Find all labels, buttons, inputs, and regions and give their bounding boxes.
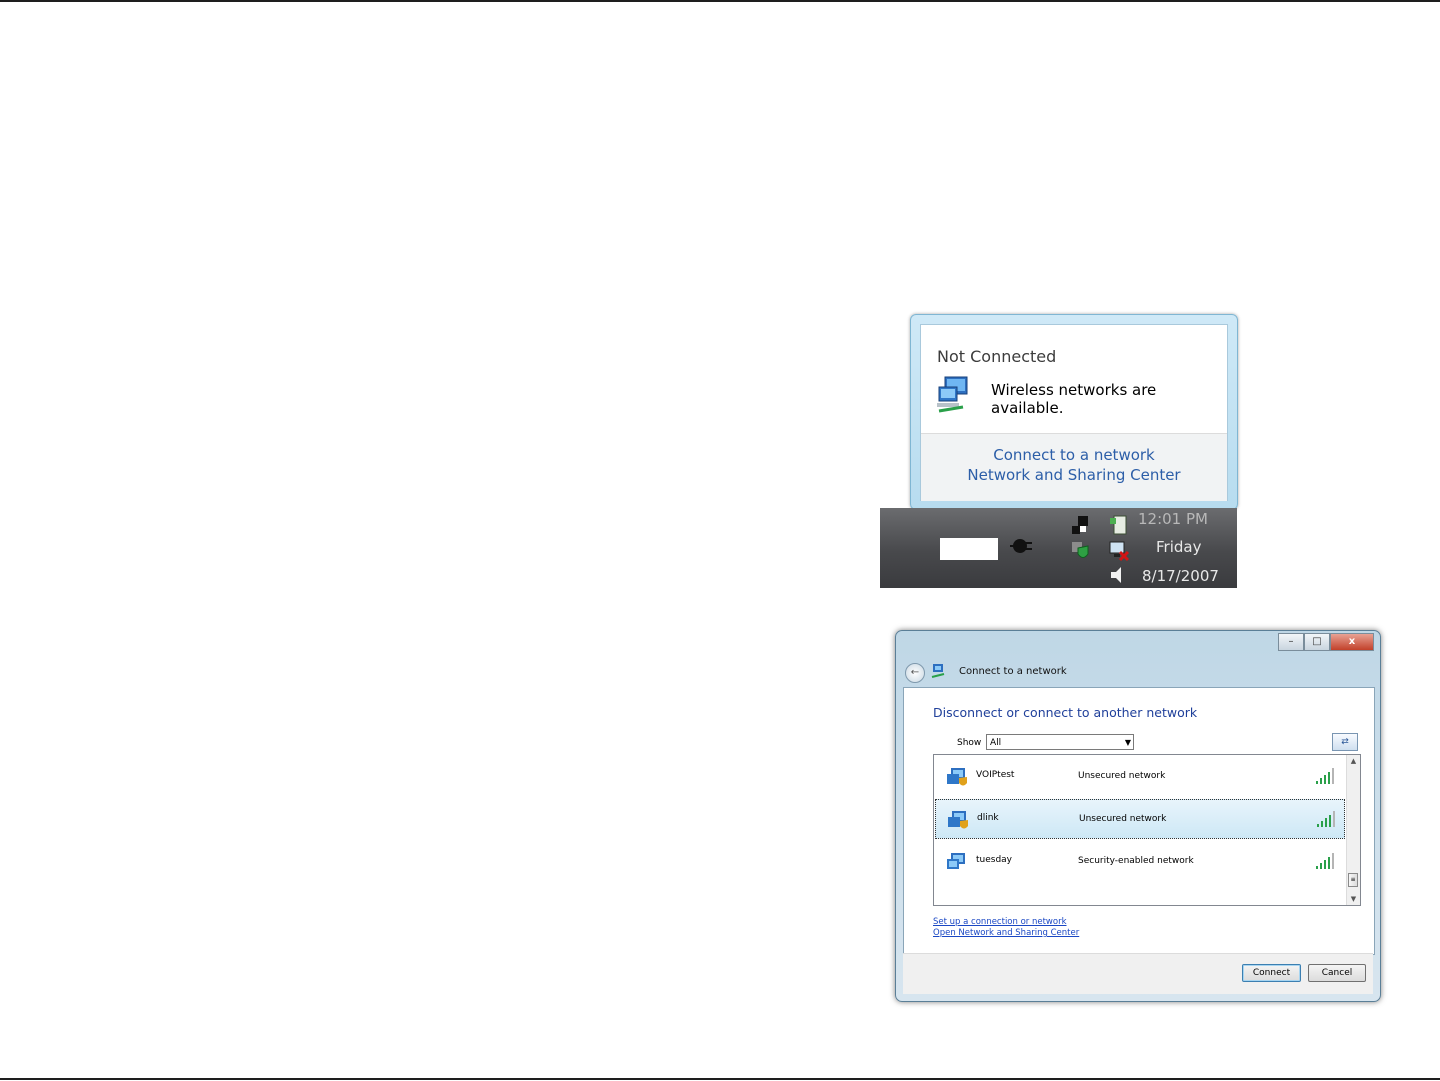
show-label: Show	[957, 738, 982, 748]
wireless-network-icon	[947, 853, 965, 869]
open-network-sharing-center-link[interactable]: Open Network and Sharing Center	[933, 928, 1079, 938]
maximize-button[interactable]: □	[1304, 633, 1330, 651]
dialog-heading: Disconnect or connect to another network	[933, 705, 1198, 720]
connect-to-network-link[interactable]: Connect to a network	[921, 446, 1227, 464]
cancel-button[interactable]: Cancel	[1308, 964, 1366, 982]
wireless-network-shield-icon	[948, 811, 968, 829]
scrollbar-thumb[interactable]: ≡	[1348, 873, 1358, 887]
show-filter-dropdown[interactable]: All ▼	[986, 734, 1134, 750]
signal-strength-icon	[1316, 853, 1334, 869]
dialog-footer: Connect Cancel	[903, 953, 1373, 994]
signal-strength-icon	[1317, 811, 1335, 827]
network-row-voiptest[interactable]: VOIPtest Unsecured network	[935, 757, 1345, 797]
balloon-message: Wireless networks are available.	[991, 381, 1157, 417]
back-arrow-icon[interactable]: ←	[905, 663, 925, 683]
balloon-links: Connect to a network Network and Sharing…	[921, 433, 1227, 501]
bottom-rule	[0, 1078, 1440, 1080]
network-wizard-icon	[931, 664, 945, 678]
connect-button[interactable]: Connect	[1242, 964, 1301, 982]
network-list: VOIPtest Unsecured network dlink Unsecur…	[933, 754, 1361, 906]
taskbar: 12:01 PM Friday 8/17/2007	[880, 508, 1237, 588]
scroll-down-arrow-icon[interactable]: ▼	[1347, 893, 1360, 905]
top-rule	[0, 0, 1440, 2]
network-list-scrollbar[interactable]: ▲ ≡ ▼	[1346, 755, 1360, 905]
close-button[interactable]: x	[1330, 633, 1374, 651]
taskbar-blank-box	[940, 538, 998, 560]
chevron-down-icon: ▼	[1124, 738, 1131, 747]
network-security: Security-enabled network	[1078, 856, 1194, 866]
clock-day[interactable]: Friday	[1156, 538, 1201, 556]
network-name: VOIPtest	[976, 770, 1015, 780]
clock-time[interactable]: 12:01 PM	[1138, 510, 1208, 528]
minimize-button[interactable]: –	[1278, 633, 1304, 651]
network-row-tuesday[interactable]: tuesday Security-enabled network	[935, 842, 1345, 882]
clock-date[interactable]: 8/17/2007	[1142, 567, 1219, 585]
notification-balloon: Not Connected Wireless networks are avai…	[910, 314, 1238, 510]
connect-to-network-window: – □ x ← Connect to a network Disconnect …	[895, 630, 1381, 1002]
network-name: tuesday	[976, 855, 1013, 865]
removable-device-icon[interactable]	[1108, 514, 1130, 536]
volume-icon[interactable]	[1108, 564, 1130, 586]
window-client-area: Disconnect or connect to another network…	[903, 687, 1375, 955]
setup-connection-link[interactable]: Set up a connection or network	[933, 917, 1067, 927]
signal-strength-icon	[1316, 768, 1334, 784]
refresh-button[interactable]: ⇄	[1332, 733, 1358, 751]
caption-buttons: – □ x	[1278, 633, 1374, 651]
balloon-content: Not Connected Wireless networks are avai…	[920, 324, 1228, 501]
network-notification-screenshot: Not Connected Wireless networks are avai…	[880, 300, 1238, 588]
network-security: Unsecured network	[1079, 814, 1167, 824]
wireless-network-shield-icon	[947, 768, 967, 786]
network-row-dlink[interactable]: dlink Unsecured network	[935, 799, 1345, 839]
power-plug-icon[interactable]	[1010, 534, 1034, 558]
network-activity-icon[interactable]	[1070, 516, 1092, 538]
network-security: Unsecured network	[1078, 771, 1166, 781]
wireless-network-icon	[937, 376, 968, 413]
refresh-icon: ⇄	[1341, 737, 1349, 747]
network-sharing-center-link[interactable]: Network and Sharing Center	[921, 466, 1227, 484]
show-filter-value: All	[990, 738, 1002, 748]
window-title: Connect to a network	[959, 666, 1067, 677]
security-shield-icon[interactable]	[1070, 540, 1092, 562]
balloon-title: Not Connected	[937, 347, 1057, 366]
scroll-up-arrow-icon[interactable]: ▲	[1347, 755, 1360, 767]
network-name: dlink	[977, 813, 999, 823]
network-disconnected-icon[interactable]	[1108, 540, 1130, 562]
